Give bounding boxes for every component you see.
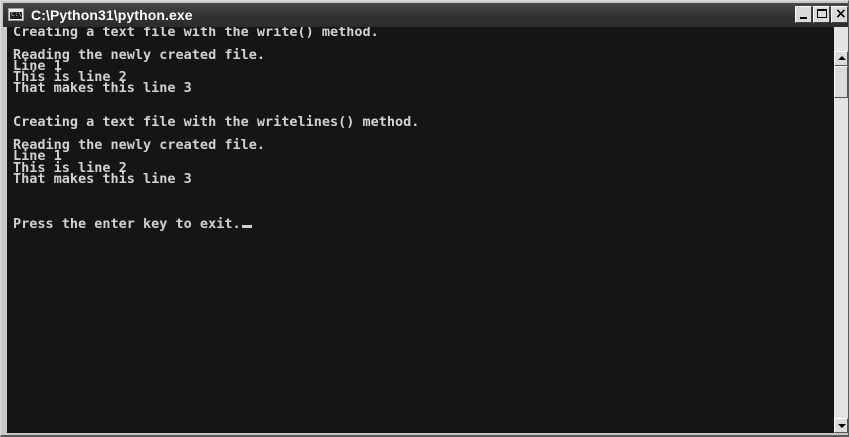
- scroll-down-button[interactable]: [834, 418, 848, 433]
- text-cursor: [241, 225, 252, 229]
- console-app-icon-text: C:\: [11, 11, 22, 18]
- console-line: Creating a text file with the write() me…: [13, 27, 379, 40]
- console-line: Reading the newly created file.: [13, 136, 265, 153]
- arrow-up-icon: [838, 56, 846, 60]
- console-prompt-line: Press the enter key to exit.: [13, 216, 419, 233]
- console-output[interactable]: Creating a text file with the write() me…: [7, 27, 834, 433]
- vertical-scrollbar[interactable]: [834, 27, 848, 433]
- console-text: Creating a text file with the write() me…: [13, 27, 420, 233]
- scroll-up-button[interactable]: [834, 51, 848, 66]
- console-line: That makes this line 3: [13, 170, 192, 187]
- console-window: C:\ C:\Python31\python.exe × Creating a …: [0, 0, 849, 437]
- close-button[interactable]: ×: [831, 6, 848, 23]
- console-line: Reading the newly created file.: [13, 46, 265, 63]
- arrow-down-icon: [838, 424, 846, 428]
- console-app-icon[interactable]: C:\: [8, 8, 24, 21]
- scroll-thumb[interactable]: [834, 66, 848, 98]
- console-prompt-text: Press the enter key to exit.: [13, 216, 241, 233]
- minimize-button[interactable]: [795, 6, 812, 23]
- window-title: C:\Python31\python.exe: [31, 7, 193, 23]
- close-icon: ×: [835, 6, 847, 22]
- minimize-icon: [800, 17, 807, 19]
- maximize-button[interactable]: [813, 6, 830, 23]
- console-line: Creating a text file with the writelines…: [13, 114, 420, 131]
- maximize-icon: [817, 9, 827, 18]
- title-bar[interactable]: C:\ C:\Python31\python.exe ×: [3, 3, 848, 27]
- console-line: That makes this line 3: [13, 80, 192, 97]
